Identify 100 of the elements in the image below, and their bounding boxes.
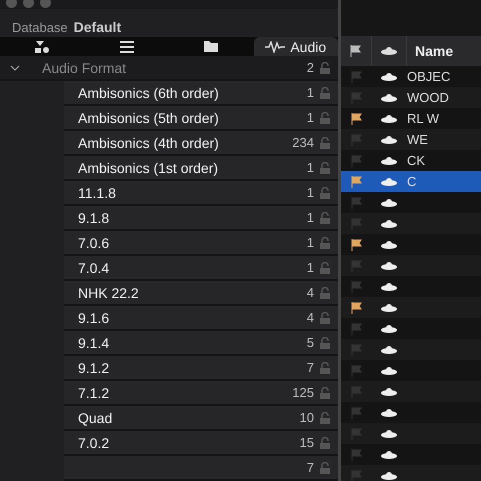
cloud-icon	[381, 324, 397, 332]
tree-item-label[interactable]: 7.0.6	[64, 234, 307, 250]
table-row[interactable]	[341, 255, 481, 276]
list-icon	[118, 40, 135, 53]
item-count: 7	[306, 460, 314, 475]
item-count: 1	[306, 210, 314, 225]
lock-icon[interactable]	[320, 136, 330, 148]
item-count: 4	[306, 285, 314, 300]
cloud-icon	[381, 282, 397, 290]
table-row[interactable]	[341, 465, 481, 481]
lock-icon[interactable]	[320, 162, 330, 174]
table-row[interactable]	[341, 381, 481, 402]
lock-icon[interactable]	[320, 212, 330, 224]
cloud-icon	[381, 156, 397, 164]
table-row[interactable]	[341, 213, 481, 234]
tree-item-label[interactable]: 7.0.4	[64, 260, 307, 276]
window-control-icon[interactable]	[40, 0, 51, 8]
window-control-icon[interactable]	[6, 0, 17, 8]
item-count: 1	[306, 235, 314, 250]
tree-group-label[interactable]: Audio Format	[42, 60, 307, 76]
lock-icon[interactable]	[320, 62, 330, 74]
tree-item-label[interactable]: 7.0.2	[64, 434, 300, 450]
cloud-icon	[381, 198, 397, 206]
item-count: 10	[300, 410, 314, 425]
tree-item-label[interactable]: 9.1.4	[64, 334, 307, 350]
cloud-icon	[381, 388, 397, 396]
table-row[interactable]	[341, 339, 481, 360]
lock-icon[interactable]	[320, 412, 330, 424]
lock-icon[interactable]	[320, 436, 330, 448]
tree-item-label[interactable]: 11.1.8	[64, 184, 307, 200]
tree-item-label[interactable]: NHK 22.2	[64, 284, 307, 300]
flag-icon[interactable]	[351, 302, 363, 314]
lock-icon[interactable]	[320, 462, 330, 474]
waveform-icon	[265, 40, 286, 53]
cloud-icon	[381, 408, 397, 416]
lock-icon[interactable]	[320, 336, 330, 348]
item-count: 15	[300, 435, 314, 450]
cloud-icon	[381, 114, 397, 122]
name-cell: C	[407, 174, 416, 189]
tree-item-label[interactable]: Ambisonics (4th order)	[64, 134, 292, 150]
lock-icon[interactable]	[320, 236, 330, 248]
chevron-icon[interactable]	[10, 64, 20, 70]
tree-item-label[interactable]: 9.1.6	[64, 310, 307, 326]
cloud-icon	[381, 472, 397, 480]
lock-icon[interactable]	[320, 112, 330, 124]
cloud-icon	[381, 240, 397, 248]
cloud-icon	[381, 262, 397, 270]
name-cell: OBJEC	[407, 69, 450, 84]
table-row[interactable]: WE	[341, 129, 481, 150]
cloud-icon	[381, 136, 397, 144]
cloud-icon	[381, 430, 397, 438]
item-count: 1	[306, 160, 314, 175]
tree-item-label[interactable]: Ambisonics (6th order)	[64, 84, 307, 100]
tree-item-label[interactable]: 7.1.2	[64, 384, 292, 400]
item-count: 2	[306, 60, 314, 75]
name-cell: CK	[407, 153, 426, 168]
name-cell: WOOD	[407, 90, 449, 105]
lock-icon[interactable]	[320, 262, 330, 274]
item-count: 1	[306, 85, 314, 100]
lock-icon[interactable]	[320, 286, 330, 298]
cloud-icon	[381, 94, 397, 102]
lock-icon[interactable]	[320, 386, 330, 398]
database-label: Database	[12, 20, 68, 36]
table-row[interactable]	[341, 297, 481, 318]
name-cell: WE	[407, 132, 428, 147]
cloud-icon	[381, 72, 397, 80]
tree-item-label[interactable]: 9.1.2	[64, 360, 307, 376]
item-count: 234	[292, 135, 314, 150]
window-control-icon[interactable]	[23, 0, 34, 8]
flag-icon[interactable]	[350, 45, 362, 57]
flag-icon[interactable]	[351, 112, 363, 124]
cloud-icon	[381, 304, 397, 312]
table-row[interactable]: WOOD	[341, 87, 481, 108]
flag-icon[interactable]	[351, 238, 363, 250]
item-count: 125	[292, 385, 314, 400]
item-count: 4	[306, 310, 314, 325]
cloud-icon	[381, 346, 397, 354]
database-name[interactable]: Default	[74, 19, 122, 36]
name-cell: RL W	[407, 111, 440, 126]
tree-item-label[interactable]: 9.1.8	[64, 210, 307, 226]
audio-tab[interactable]: Audio	[254, 37, 338, 56]
lock-icon[interactable]	[320, 186, 330, 198]
cloud-icon	[381, 178, 397, 186]
table-row[interactable]	[341, 423, 481, 444]
item-count: 1	[306, 260, 314, 275]
tree-item-label[interactable]: Quad	[64, 410, 300, 426]
lock-icon[interactable]	[320, 362, 330, 374]
tree-item-label[interactable]: Ambisonics (1st order)	[64, 160, 307, 176]
item-count: 7	[306, 360, 314, 375]
folder-icon	[203, 40, 220, 54]
lock-icon[interactable]	[320, 312, 330, 324]
item-count: 1	[306, 110, 314, 125]
tree-item-label[interactable]: Ambisonics (5th order)	[64, 110, 307, 126]
lock-icon[interactable]	[320, 86, 330, 98]
cloud-icon[interactable]	[381, 47, 397, 55]
cloud-icon	[381, 220, 397, 228]
cloud-icon	[381, 366, 397, 374]
item-count: 1	[306, 185, 314, 200]
table-row[interactable]: C	[341, 171, 481, 192]
shapes-icon	[34, 40, 50, 54]
